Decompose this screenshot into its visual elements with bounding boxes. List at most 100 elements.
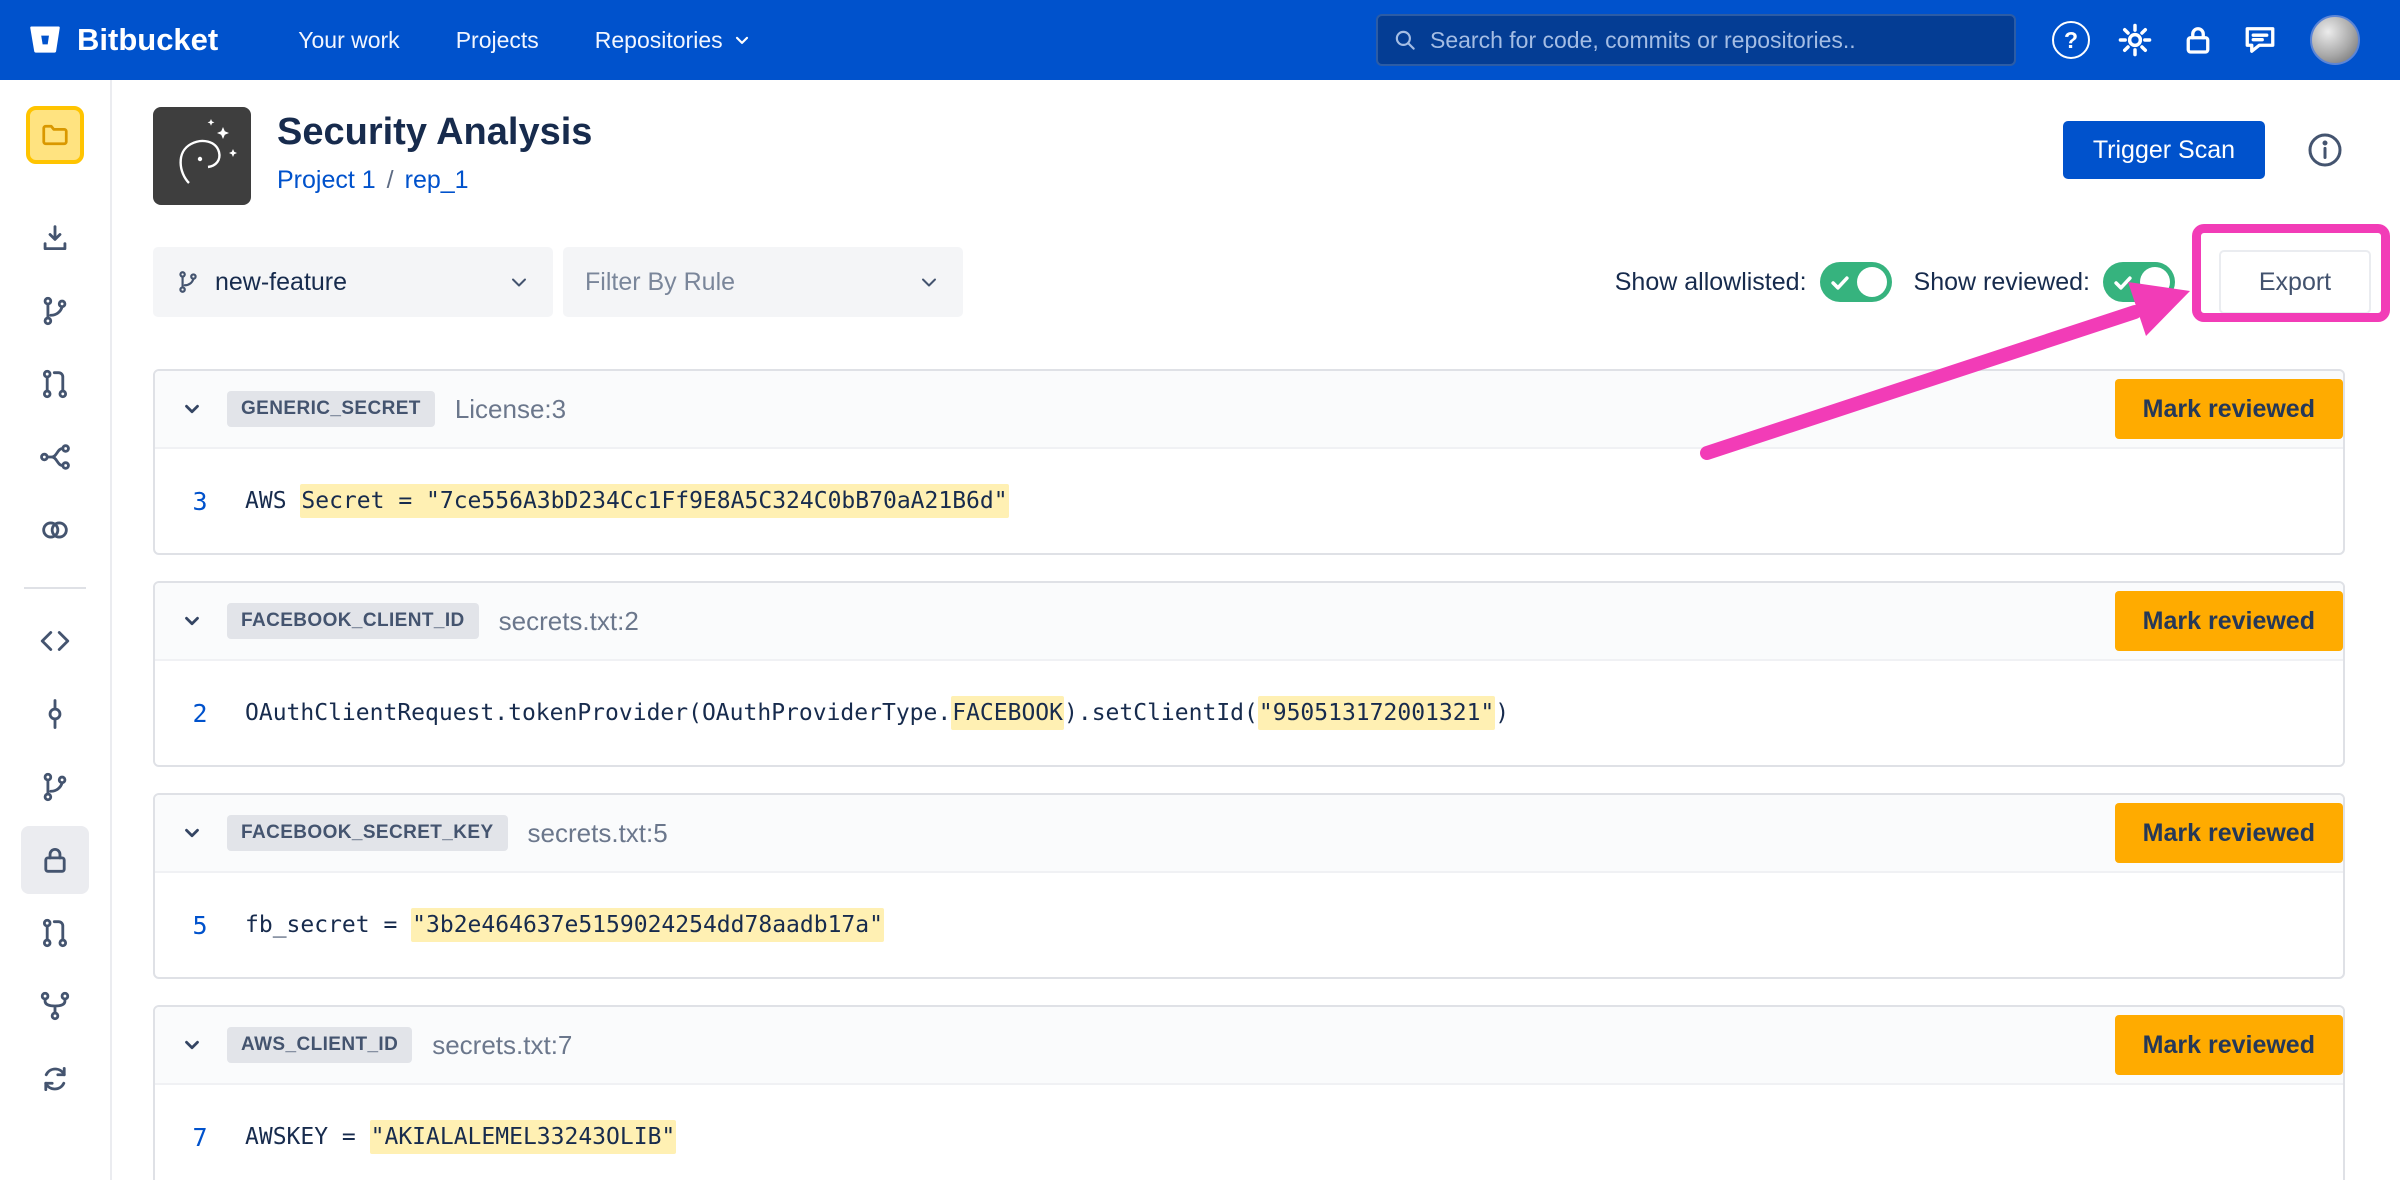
nav-repositories-label: Repositories xyxy=(595,27,723,54)
finding-header: FACEBOOK_CLIENT_ID secrets.txt:2 Mark re… xyxy=(155,583,2343,661)
sidebar-item-pipelines[interactable] xyxy=(21,423,89,491)
commit-icon xyxy=(38,697,72,731)
lock-icon xyxy=(38,843,72,877)
page-title: Security Analysis xyxy=(277,111,592,154)
pull-request-icon xyxy=(38,367,72,401)
mark-reviewed-button[interactable]: Mark reviewed xyxy=(2115,1015,2343,1075)
brand-name: Bitbucket xyxy=(77,22,218,58)
rule-filter-placeholder: Filter By Rule xyxy=(585,268,903,297)
toggle-knob xyxy=(2140,267,2170,297)
sidebar-item-pull-requests-2[interactable] xyxy=(21,899,89,967)
sidebar-item-clone[interactable] xyxy=(21,204,89,272)
breadcrumb-repo-link[interactable]: rep_1 xyxy=(405,166,469,195)
finding-location: secrets.txt:7 xyxy=(432,1030,572,1061)
chevron-down-icon[interactable] xyxy=(181,398,203,420)
toggle-group: Show allowlisted: Show reviewed: Export xyxy=(1615,250,2345,314)
finding-header: GENERIC_SECRET License:3 Mark reviewed xyxy=(155,371,2343,449)
clone-icon xyxy=(38,221,72,255)
chevron-down-icon xyxy=(732,30,752,50)
finding-card: AWS_CLIENT_ID secrets.txt:7 Mark reviewe… xyxy=(153,1005,2345,1180)
sidebar-item-commits[interactable] xyxy=(21,680,89,748)
export-button[interactable]: Export xyxy=(2219,250,2371,314)
title-block: Security Analysis Project 1 / rep_1 xyxy=(277,107,592,195)
main-content: Security Analysis Project 1 / rep_1 Trig… xyxy=(112,0,2400,1180)
pull-request-icon xyxy=(38,916,72,950)
rule-badge: AWS_CLIENT_ID xyxy=(227,1027,412,1063)
branch-icon xyxy=(38,770,72,804)
nav-projects[interactable]: Projects xyxy=(456,27,539,54)
search-icon xyxy=(1392,27,1418,53)
show-allowlisted-toggle[interactable] xyxy=(1820,262,1892,302)
filter-row: new-feature Filter By Rule Show allowlis… xyxy=(153,247,2345,317)
finding-location: secrets.txt:2 xyxy=(499,606,639,637)
show-reviewed-label: Show reviewed: xyxy=(1914,268,2090,297)
security-nav-button[interactable] xyxy=(2180,22,2216,58)
info-icon[interactable] xyxy=(2305,130,2345,170)
rule-filter-selector[interactable]: Filter By Rule xyxy=(563,247,963,317)
settings-button[interactable] xyxy=(2116,21,2154,59)
branch-selector[interactable]: new-feature xyxy=(153,247,553,317)
header-actions: Trigger Scan xyxy=(2063,121,2345,179)
sidebar-item-sync[interactable] xyxy=(21,1045,89,1113)
code-text: AWSKEY = "AKIALALEMEL33243OLIB" xyxy=(245,1124,676,1150)
rule-badge: FACEBOOK_SECRET_KEY xyxy=(227,815,508,851)
code-text: OAuthClientRequest.tokenProvider(OAuthPr… xyxy=(245,700,1509,726)
mark-reviewed-button[interactable]: Mark reviewed xyxy=(2115,803,2343,863)
mark-reviewed-button[interactable]: Mark reviewed xyxy=(2115,379,2343,439)
repository-avatar[interactable] xyxy=(26,106,84,164)
pipelines-icon xyxy=(38,440,72,474)
sidebar-item-branches-2[interactable] xyxy=(21,753,89,821)
chevron-down-icon xyxy=(507,270,531,294)
chevron-down-icon[interactable] xyxy=(181,610,203,632)
sidebar-item-branches[interactable] xyxy=(21,277,89,345)
mark-reviewed-button[interactable]: Mark reviewed xyxy=(2115,591,2343,651)
feedback-button[interactable] xyxy=(2242,22,2278,58)
sidebar-item-source[interactable] xyxy=(21,607,89,675)
sync-icon xyxy=(38,1062,72,1096)
branch-icon xyxy=(175,269,201,295)
code-line: 5 fb_secret = "3b2e464637e5159024254dd78… xyxy=(155,873,2343,977)
breadcrumb-separator: / xyxy=(387,166,394,195)
finding-location: License:3 xyxy=(455,394,566,425)
show-reviewed-toggle[interactable] xyxy=(2103,262,2175,302)
sidebar-item-forks[interactable] xyxy=(21,972,89,1040)
sidebar-divider xyxy=(24,587,86,589)
lock-icon xyxy=(2180,22,2216,58)
deployments-icon xyxy=(38,513,72,547)
sidebar-item-pull-requests[interactable] xyxy=(21,350,89,418)
code-text: AWS Secret = "7ce556A3bD234Cc1Ff9E8A5C32… xyxy=(245,488,1009,514)
code-brackets-icon xyxy=(38,624,72,658)
bitbucket-mark-icon xyxy=(26,21,64,59)
finding-location: secrets.txt:5 xyxy=(528,818,668,849)
branch-icon xyxy=(38,294,72,328)
chevron-down-icon[interactable] xyxy=(181,1034,203,1056)
trigger-scan-button[interactable]: Trigger Scan xyxy=(2063,121,2265,179)
breadcrumb-project-link[interactable]: Project 1 xyxy=(277,166,376,195)
help-button[interactable]: ? xyxy=(2052,21,2090,59)
code-text: fb_secret = "3b2e464637e5159024254dd78aa… xyxy=(245,912,884,938)
line-number: 5 xyxy=(155,911,245,940)
repository-sidebar xyxy=(0,80,112,1180)
bitbucket-logo[interactable]: Bitbucket xyxy=(26,21,218,59)
fork-icon xyxy=(38,989,72,1023)
branch-selector-value: new-feature xyxy=(215,268,493,297)
rule-badge: GENERIC_SECRET xyxy=(227,391,435,427)
nav-repositories[interactable]: Repositories xyxy=(595,27,752,54)
nav-links: Your work Projects Repositories xyxy=(298,27,751,54)
global-search xyxy=(1376,14,2016,66)
line-number: 2 xyxy=(155,699,245,728)
sidebar-item-deployments[interactable] xyxy=(21,496,89,564)
findings-list: GENERIC_SECRET License:3 Mark reviewed 3… xyxy=(153,369,2345,1180)
finding-header: AWS_CLIENT_ID secrets.txt:7 Mark reviewe… xyxy=(155,1007,2343,1085)
breadcrumb: Project 1 / rep_1 xyxy=(277,166,592,195)
gear-icon xyxy=(2116,21,2154,59)
line-number: 3 xyxy=(155,487,245,516)
sidebar-item-security[interactable] xyxy=(21,826,89,894)
search-input[interactable] xyxy=(1430,27,2000,54)
nav-your-work[interactable]: Your work xyxy=(298,27,399,54)
user-avatar[interactable] xyxy=(2310,15,2360,65)
help-icon: ? xyxy=(2052,21,2090,59)
code-line: 7 AWSKEY = "AKIALALEMEL33243OLIB" xyxy=(155,1085,2343,1180)
chevron-down-icon[interactable] xyxy=(181,822,203,844)
show-allowlisted-label: Show allowlisted: xyxy=(1615,268,1807,297)
